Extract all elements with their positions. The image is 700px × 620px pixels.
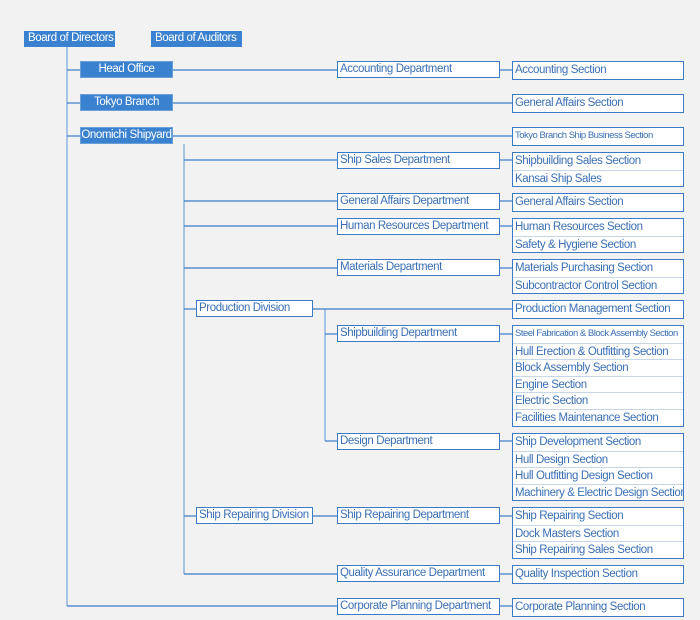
dept-general-affairs: General Affairs Department xyxy=(337,193,500,210)
sections-shipbuilding: Steel Fabrication & Block Assembly Secti… xyxy=(512,325,684,427)
sections-quality-assurance: Quality Inspection Section xyxy=(512,565,684,584)
section-item: Engine Section xyxy=(513,375,683,393)
sections-ship-repairing: Ship Repairing Section Dock Masters Sect… xyxy=(512,507,684,559)
sections-materials: Materials Purchasing Section Subcontract… xyxy=(512,259,684,295)
dept-quality-assurance: Quality Assurance Department xyxy=(337,565,500,582)
board-of-directors: Board of Directors xyxy=(24,31,115,47)
sections-accounting: Accounting Section xyxy=(512,61,684,80)
section-item: Dock Masters Section xyxy=(513,524,683,542)
section-item: Human Resources Section xyxy=(515,221,643,233)
section-item: Tokyo Branch Ship Business Section xyxy=(515,130,653,141)
sections-corporate-planning: Corporate Planning Section xyxy=(512,598,684,617)
section-item: Machinery & Electric Design Section xyxy=(513,483,683,501)
section-item: Shipbuilding Sales Section xyxy=(515,155,641,167)
unit-onomichi-shipyard: Onomichi Shipyard xyxy=(80,127,173,144)
section-item: Electric Section xyxy=(513,392,683,409)
section-item: Quality Inspection Section xyxy=(515,568,638,580)
section-item: Block Assembly Section xyxy=(513,359,683,376)
board-of-auditors: Board of Auditors xyxy=(151,31,242,47)
dept-corporate-planning: Corporate Planning Department xyxy=(337,598,500,615)
sections-general-affairs: General Affairs Section xyxy=(512,193,684,212)
section-item: Ship Development Section xyxy=(515,436,641,448)
section-item: Corporate Planning Section xyxy=(515,601,646,613)
dept-shipbuilding: Shipbuilding Department xyxy=(337,325,500,342)
section-item: Safety & Hygiene Section xyxy=(513,235,683,253)
dept-materials: Materials Department xyxy=(337,259,500,276)
dept-design: Design Department xyxy=(337,433,500,450)
section-item: Hull Erection & Outfitting Section xyxy=(513,342,683,360)
dept-ship-sales: Ship Sales Department xyxy=(337,152,500,169)
section-item: Kansai Ship Sales xyxy=(513,169,683,187)
dept-human-resources: Human Resources Department xyxy=(337,218,500,235)
section-item: Accounting Section xyxy=(515,64,607,76)
section-item: General Affairs Section xyxy=(515,97,624,109)
section-item: Hull Outfitting Design Section xyxy=(513,467,683,484)
section-item: Ship Repairing Sales Section xyxy=(513,541,683,558)
sections-tokyo-general-affairs: General Affairs Section xyxy=(512,94,684,113)
section-item: Ship Repairing Section xyxy=(515,510,624,522)
section-item: Production Management Section xyxy=(515,303,671,315)
division-production: Production Division xyxy=(196,300,313,317)
dept-accounting: Accounting Department xyxy=(337,61,500,78)
section-item: Steel Fabrication & Block Assembly Secti… xyxy=(515,328,678,339)
division-ship-repairing: Ship Repairing Division xyxy=(196,507,313,524)
sections-design: Ship Development Section Hull Design Sec… xyxy=(512,433,684,502)
section-item: General Affairs Section xyxy=(515,196,624,208)
unit-head-office: Head Office xyxy=(80,61,173,78)
sections-tokyo-ship-business: Tokyo Branch Ship Business Section xyxy=(512,127,684,146)
sections-ship-sales: Shipbuilding Sales Section Kansai Ship S… xyxy=(512,152,684,188)
section-item: Hull Design Section xyxy=(513,450,683,468)
section-item: Materials Purchasing Section xyxy=(515,262,653,274)
section-item: Subcontractor Control Section xyxy=(513,276,683,294)
dept-ship-repairing: Ship Repairing Department xyxy=(337,507,500,524)
sections-human-resources: Human Resources Section Safety & Hygiene… xyxy=(512,218,684,254)
section-item: Facilities Maintenance Section xyxy=(513,408,683,426)
unit-tokyo-branch: Tokyo Branch xyxy=(80,94,173,111)
sections-production: Production Management Section xyxy=(512,300,684,319)
